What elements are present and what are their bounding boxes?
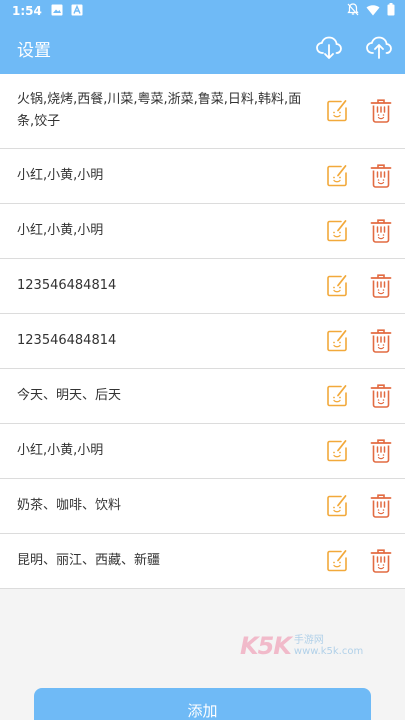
list-item[interactable]: 今天、明天、后天: [0, 369, 405, 424]
edit-icon: [327, 495, 347, 517]
delete-button[interactable]: [369, 493, 393, 519]
app-bar: 设置: [0, 22, 405, 74]
delete-button[interactable]: [369, 98, 393, 124]
list-item[interactable]: 123546484814: [0, 259, 405, 314]
list-item-text: 小红,小黄,小明: [17, 168, 104, 183]
list-item[interactable]: 123546484814: [0, 314, 405, 369]
mute-icon: [347, 3, 359, 19]
delete-icon: [370, 384, 392, 408]
list-item-text: 昆明、丽江、西藏、新疆: [17, 553, 161, 568]
list-item-text: 小红,小黄,小明: [17, 223, 104, 238]
edit-button[interactable]: [325, 493, 349, 519]
wifi-icon: [366, 4, 380, 19]
list-item[interactable]: 火锅,烧烤,西餐,川菜,粤菜,浙菜,鲁菜,日料,韩料,面条,饺子: [0, 74, 405, 149]
delete-button[interactable]: [369, 438, 393, 464]
edit-icon: [327, 100, 347, 122]
cloud-download-icon: [316, 36, 342, 59]
status-bar: 1:54: [0, 0, 405, 22]
edit-icon: [327, 440, 347, 462]
delete-button[interactable]: [369, 383, 393, 409]
list-item-text: 奶茶、咖啡、饮料: [17, 498, 122, 513]
watermark-brand: K5K: [240, 632, 292, 660]
settings-list: 火锅,烧烤,西餐,川菜,粤菜,浙菜,鲁菜,日料,韩料,面条,饺子 小红,小黄,小…: [0, 74, 405, 589]
list-item[interactable]: 小红,小黄,小明: [0, 204, 405, 259]
edit-button[interactable]: [325, 548, 349, 574]
delete-icon: [370, 99, 392, 123]
delete-icon: [370, 439, 392, 463]
cloud-download-button[interactable]: [315, 34, 343, 62]
edit-icon: [327, 275, 347, 297]
list-item-text: 123546484814: [17, 333, 117, 348]
page-title: 设置: [17, 40, 51, 61]
list-item-text: 今天、明天、后天: [17, 388, 122, 403]
edit-button[interactable]: [325, 98, 349, 124]
list-item-text: 小红,小黄,小明: [17, 443, 104, 458]
cloud-upload-icon: [366, 36, 392, 59]
delete-button[interactable]: [369, 273, 393, 299]
delete-button[interactable]: [369, 218, 393, 244]
status-time: 1:54: [12, 4, 42, 18]
image-icon: [51, 4, 63, 19]
edit-button[interactable]: [325, 383, 349, 409]
edit-icon: [327, 385, 347, 407]
list-item[interactable]: 小红,小黄,小明: [0, 149, 405, 204]
delete-icon: [370, 219, 392, 243]
edit-icon: [327, 550, 347, 572]
edit-button[interactable]: [325, 163, 349, 189]
edit-button[interactable]: [325, 273, 349, 299]
edit-icon: [327, 165, 347, 187]
battery-icon: [387, 3, 395, 19]
delete-icon: [370, 549, 392, 573]
list-item[interactable]: 奶茶、咖啡、饮料: [0, 479, 405, 534]
list-item-text: 123546484814: [17, 278, 117, 293]
list-item[interactable]: 昆明、丽江、西藏、新疆: [0, 534, 405, 589]
delete-icon: [370, 329, 392, 353]
delete-icon: [370, 494, 392, 518]
screen: 1:54 设置 火锅,烧烤,西餐,川菜,粤菜,浙菜,鲁菜,日料,韩料,面条,饺子…: [0, 0, 405, 720]
delete-icon: [370, 164, 392, 188]
watermark-line2: www.k5k.com: [293, 646, 364, 657]
delete-icon: [370, 274, 392, 298]
delete-button[interactable]: [369, 163, 393, 189]
cloud-upload-button[interactable]: [365, 34, 393, 62]
delete-button[interactable]: [369, 548, 393, 574]
list-item[interactable]: 小红,小黄,小明: [0, 424, 405, 479]
edit-button[interactable]: [325, 218, 349, 244]
font-icon: [71, 4, 83, 19]
list-item-text: 火锅,烧烤,西餐,川菜,粤菜,浙菜,鲁菜,日料,韩料,面条,饺子: [17, 92, 302, 129]
watermark: K5K 手游网 www.k5k.com: [240, 632, 363, 660]
edit-button[interactable]: [325, 438, 349, 464]
watermark-line1: 手游网: [293, 635, 324, 646]
add-button[interactable]: 添加: [34, 688, 371, 720]
delete-button[interactable]: [369, 328, 393, 354]
edit-icon: [327, 330, 347, 352]
edit-icon: [327, 220, 347, 242]
edit-button[interactable]: [325, 328, 349, 354]
